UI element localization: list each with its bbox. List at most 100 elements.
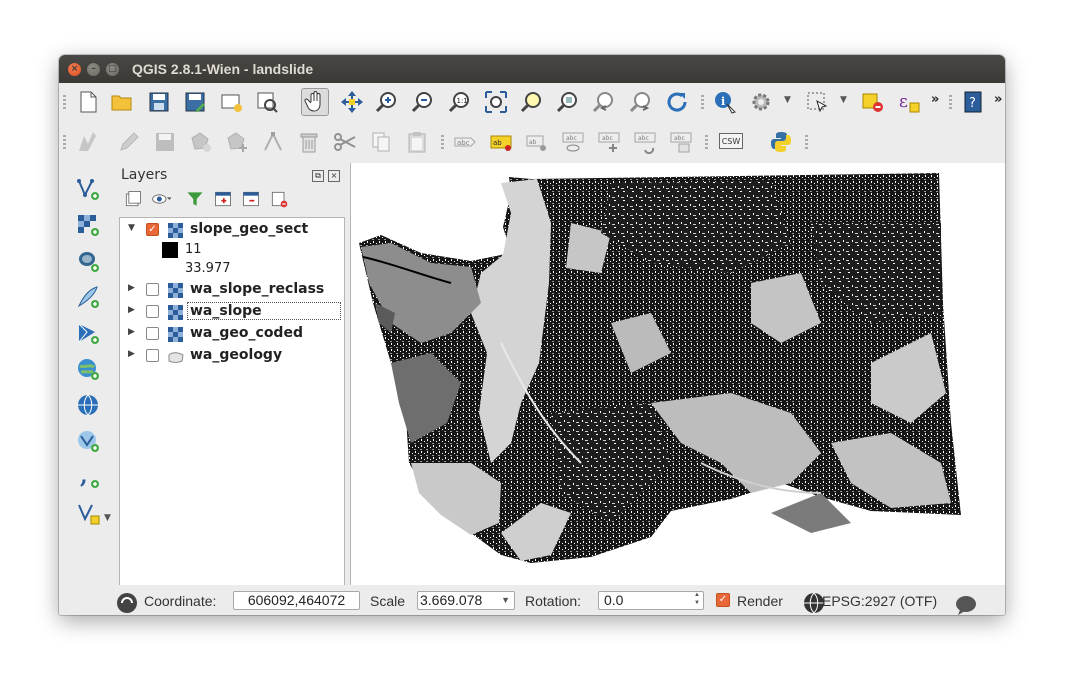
add-vector-layer-icon[interactable] xyxy=(76,177,100,201)
add-wcs-layer-icon[interactable] xyxy=(76,393,100,417)
close-panel-button[interactable]: × xyxy=(328,170,340,182)
collapse-arrow-icon[interactable]: ▼ xyxy=(128,223,135,233)
maximize-window-button[interactable]: □ xyxy=(106,63,119,76)
add-spatialite-layer-icon[interactable] xyxy=(76,285,100,309)
add-postgis-layer-icon[interactable] xyxy=(76,249,100,273)
toolbar-grip[interactable] xyxy=(441,135,444,151)
expand-all-icon[interactable] xyxy=(213,189,233,209)
add-wfs-layer-icon[interactable] xyxy=(76,429,100,453)
close-window-button[interactable]: × xyxy=(68,63,81,76)
layer-visibility-checkbox[interactable] xyxy=(146,305,159,318)
layer-labeling-icon[interactable]: ab xyxy=(489,130,513,154)
zoom-last-icon[interactable] xyxy=(592,90,616,114)
action-icon[interactable] xyxy=(749,90,773,114)
refresh-icon[interactable] xyxy=(665,90,689,114)
toolbar-grip[interactable] xyxy=(805,135,808,151)
chevron-down-icon[interactable]: ▼ xyxy=(784,95,791,105)
layer-row[interactable]: ▶ wa_slope xyxy=(120,302,342,322)
open-project-icon[interactable] xyxy=(110,90,134,114)
identify-icon[interactable]: i xyxy=(713,90,737,114)
filter-legend-icon[interactable] xyxy=(185,189,205,209)
toggle-edit-icon[interactable] xyxy=(117,130,141,154)
csw-icon[interactable]: CSW xyxy=(719,130,743,154)
coordinate-field[interactable]: 606092,464072 xyxy=(233,591,360,610)
change-label-icon[interactable]: abc xyxy=(669,130,693,154)
new-project-icon[interactable] xyxy=(76,90,100,114)
toolbar-grip[interactable] xyxy=(701,95,704,111)
save-project-icon[interactable] xyxy=(147,90,171,114)
zoom-out-icon[interactable] xyxy=(411,90,435,114)
toolbar-grip[interactable] xyxy=(63,95,66,111)
manage-visibility-icon[interactable] xyxy=(151,189,171,209)
crs-status[interactable]: EPSG:2927 (OTF) xyxy=(822,593,937,609)
minimize-window-button[interactable]: – xyxy=(87,63,100,76)
crs-globe-icon[interactable] xyxy=(802,591,824,614)
scale-combobox[interactable]: 3.669.078 ▼ xyxy=(417,591,515,610)
move-label-icon[interactable]: abc xyxy=(597,130,621,154)
map-canvas[interactable] xyxy=(350,163,1005,585)
layer-visibility-checkbox[interactable] xyxy=(146,283,159,296)
cut-icon[interactable] xyxy=(333,130,357,154)
spinner-arrows-icon[interactable]: ▲ ▼ xyxy=(694,592,700,607)
add-wms-layer-icon[interactable] xyxy=(76,357,100,381)
chevron-down-icon[interactable]: ▼ xyxy=(501,592,510,609)
collapse-all-icon[interactable] xyxy=(241,189,261,209)
zoom-native-icon[interactable]: 1:1 xyxy=(448,90,472,114)
layer-visibility-checkbox[interactable]: ✓ xyxy=(146,223,159,236)
add-feature-icon[interactable] xyxy=(189,130,213,154)
digitize-icon[interactable] xyxy=(76,130,100,154)
add-delimited-text-layer-icon[interactable]: , xyxy=(76,465,100,489)
new-print-composer-icon[interactable] xyxy=(219,90,243,114)
layer-visibility-checkbox[interactable] xyxy=(146,349,159,362)
zoom-next-icon[interactable] xyxy=(629,90,653,114)
layer-row[interactable]: ▶ wa_geo_coded xyxy=(120,324,342,344)
zoom-to-layer-icon[interactable] xyxy=(556,90,580,114)
float-panel-button[interactable]: ⧉ xyxy=(312,170,324,182)
move-feature-icon[interactable] xyxy=(225,130,249,154)
expand-arrow-icon[interactable]: ▶ xyxy=(128,283,135,293)
layer-row[interactable]: ▶ wa_slope_reclass xyxy=(120,280,342,300)
toolbar-overflow-button[interactable]: » xyxy=(994,92,1002,107)
expand-arrow-icon[interactable]: ▶ xyxy=(128,327,135,337)
add-mssql-layer-icon[interactable] xyxy=(76,321,100,345)
expand-arrow-icon[interactable]: ▶ xyxy=(128,305,135,315)
pin-labels-icon[interactable]: ab xyxy=(525,130,549,154)
select-features-icon[interactable] xyxy=(805,90,829,114)
new-shapefile-layer-icon[interactable] xyxy=(76,501,100,525)
zoom-full-icon[interactable] xyxy=(484,90,508,114)
delete-selected-icon[interactable] xyxy=(297,130,321,154)
add-raster-layer-icon[interactable] xyxy=(76,213,100,237)
toolbar-grip[interactable] xyxy=(949,95,952,111)
show-hide-labels-icon[interactable]: abc xyxy=(561,130,585,154)
rotation-spinbox[interactable]: 0.0 ▲ ▼ xyxy=(598,591,704,610)
toolbar-overflow-button[interactable]: » xyxy=(931,92,939,107)
copy-icon[interactable] xyxy=(369,130,393,154)
zoom-to-selection-icon[interactable] xyxy=(520,90,544,114)
python-console-icon[interactable] xyxy=(769,130,793,154)
pan-map-icon[interactable] xyxy=(301,88,329,116)
open-layer-styling-icon[interactable] xyxy=(123,189,143,209)
paste-icon[interactable] xyxy=(405,130,429,154)
rotate-label-icon[interactable]: abc xyxy=(633,130,657,154)
chevron-down-icon[interactable]: ▼ xyxy=(840,95,847,105)
node-tool-icon[interactable] xyxy=(261,130,285,154)
chevron-down-icon[interactable]: ▼ xyxy=(104,513,111,523)
toolbar-grip[interactable] xyxy=(705,135,708,151)
layer-row[interactable]: ▶ wa_geology xyxy=(120,346,342,366)
help-icon[interactable]: ? xyxy=(961,90,985,114)
render-checkbox[interactable]: ✓ xyxy=(716,593,730,607)
toolbar-grip[interactable] xyxy=(63,135,66,151)
composer-manager-icon[interactable] xyxy=(255,90,279,114)
pan-to-selection-icon[interactable] xyxy=(340,90,364,114)
save-edits-icon[interactable] xyxy=(153,130,177,154)
layer-visibility-checkbox[interactable] xyxy=(146,327,159,340)
expand-arrow-icon[interactable]: ▶ xyxy=(128,349,135,359)
messages-bubble-icon[interactable] xyxy=(954,593,976,615)
expression-select-icon[interactable]: ε xyxy=(897,90,921,114)
remove-layer-icon[interactable] xyxy=(269,189,289,209)
deselect-icon[interactable] xyxy=(861,90,885,114)
message-log-icon[interactable] xyxy=(115,591,137,613)
save-as-icon[interactable] xyxy=(183,90,207,114)
label-icon[interactable]: abc xyxy=(453,130,477,154)
layer-tree[interactable]: ▼ ✓ slope_geo_sect 11 33.977 ▶ wa_slope_… xyxy=(119,217,345,587)
